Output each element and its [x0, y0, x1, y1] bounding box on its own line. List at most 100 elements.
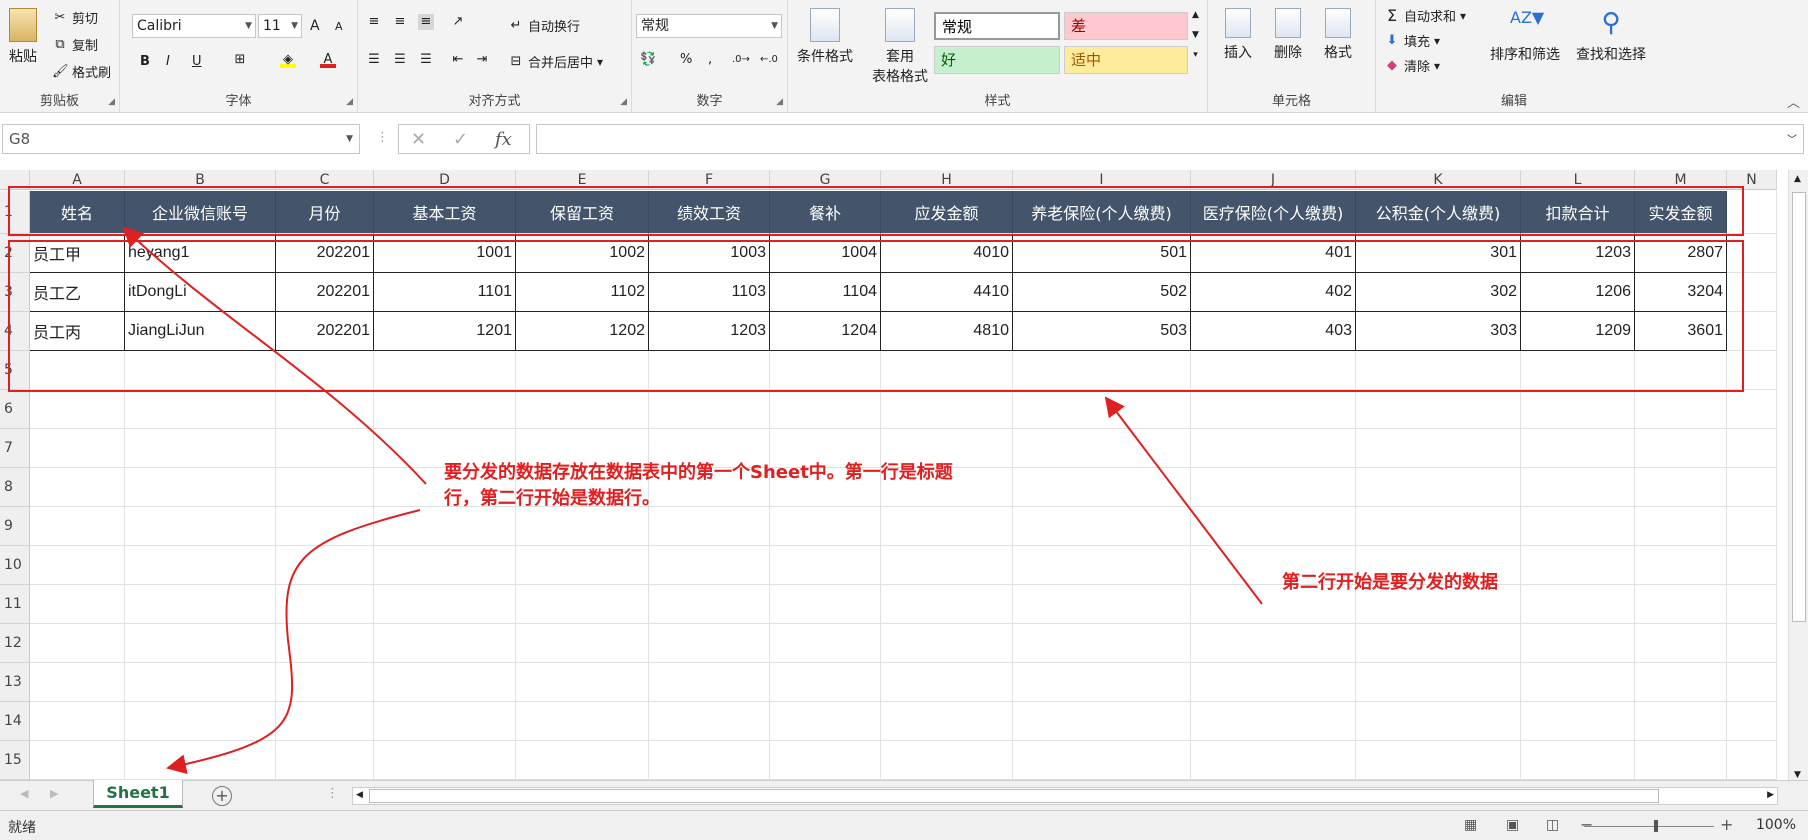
empty-cell[interactable]	[1521, 702, 1635, 741]
bold-button[interactable]: B	[140, 54, 150, 69]
header-cell[interactable]: 实发金额	[1635, 191, 1727, 234]
row-header[interactable]: 1	[0, 191, 30, 234]
column-header[interactable]: J	[1191, 170, 1356, 190]
cut-button[interactable]: ✂ 剪切	[52, 8, 98, 28]
data-cell[interactable]: 4010	[881, 234, 1013, 273]
data-cell[interactable]: 1103	[649, 273, 770, 312]
empty-cell[interactable]	[881, 351, 1013, 390]
empty-cell[interactable]	[649, 546, 770, 585]
empty-cell[interactable]	[125, 741, 276, 780]
empty-cell[interactable]	[1635, 507, 1727, 546]
header-cell[interactable]: 医疗保险(个人缴费)	[1191, 191, 1356, 234]
empty-cell[interactable]	[1521, 624, 1635, 663]
empty-cell[interactable]	[1727, 702, 1777, 741]
empty-cell[interactable]	[374, 585, 516, 624]
italic-button[interactable]: I	[166, 54, 170, 69]
data-cell[interactable]: 202201	[276, 312, 374, 351]
data-cell[interactable]: 3601	[1635, 312, 1727, 351]
empty-cell[interactable]	[1191, 624, 1356, 663]
wrap-text-button[interactable]: ↵ 自动换行	[508, 16, 580, 36]
empty-cell[interactable]	[1635, 741, 1727, 780]
empty-cell[interactable]	[374, 624, 516, 663]
header-cell[interactable]: 扣款合计	[1521, 191, 1635, 234]
empty-cell[interactable]	[30, 663, 125, 702]
empty-cell[interactable]	[1521, 351, 1635, 390]
empty-cell[interactable]	[30, 741, 125, 780]
data-cell[interactable]: 403	[1191, 312, 1356, 351]
row-header[interactable]: 3	[0, 273, 30, 312]
decrease-decimal-button[interactable]: ←.0	[760, 54, 778, 65]
empty-cell[interactable]	[1635, 624, 1727, 663]
empty-cell[interactable]	[1013, 585, 1191, 624]
empty-cell[interactable]	[1191, 741, 1356, 780]
cancel-icon[interactable]: ✕	[411, 129, 426, 150]
empty-cell[interactable]	[516, 546, 649, 585]
empty-cell[interactable]	[1191, 663, 1356, 702]
empty-cell[interactable]	[770, 624, 881, 663]
empty-cell[interactable]	[276, 663, 374, 702]
empty-cell[interactable]	[1635, 468, 1727, 507]
select-all-corner[interactable]	[0, 170, 30, 190]
empty-cell[interactable]	[1521, 390, 1635, 429]
header-cell[interactable]: 餐补	[770, 191, 881, 234]
number-format-select[interactable]: 常规 ▼	[636, 14, 782, 38]
empty-cell[interactable]	[1521, 663, 1635, 702]
empty-cell[interactable]	[125, 624, 276, 663]
header-cell[interactable]: 应发金额	[881, 191, 1013, 234]
empty-cell[interactable]	[30, 468, 125, 507]
header-cell[interactable]: 绩效工资	[649, 191, 770, 234]
data-cell[interactable]: 2807	[1635, 234, 1727, 273]
underline-button[interactable]: U	[192, 54, 202, 69]
empty-cell[interactable]	[30, 702, 125, 741]
empty-cell[interactable]	[276, 585, 374, 624]
data-cell[interactable]: 1209	[1521, 312, 1635, 351]
row-header[interactable]: 11	[0, 585, 30, 624]
data-cell[interactable]: 1203	[649, 312, 770, 351]
empty-cell[interactable]	[125, 585, 276, 624]
empty-cell[interactable]	[1191, 390, 1356, 429]
data-cell[interactable]: heyang1	[125, 234, 276, 273]
empty-cell[interactable]	[1356, 507, 1521, 546]
insert-cells-button[interactable]: 插入	[1218, 8, 1258, 62]
empty-cell[interactable]	[516, 741, 649, 780]
header-cell[interactable]: 养老保险(个人缴费)	[1013, 191, 1191, 234]
empty-cell[interactable]	[276, 546, 374, 585]
empty-cell[interactable]	[374, 702, 516, 741]
empty-cell[interactable]	[1727, 429, 1777, 468]
merge-center-button[interactable]: ⊟ 合并后居中 ▾	[508, 52, 604, 72]
empty-cell[interactable]	[276, 624, 374, 663]
empty-cell[interactable]	[1635, 663, 1727, 702]
vertical-scroll-thumb[interactable]	[1792, 192, 1806, 622]
empty-cell[interactable]	[649, 624, 770, 663]
empty-cell[interactable]	[770, 546, 881, 585]
data-cell[interactable]: 1101	[374, 273, 516, 312]
empty-cell[interactable]	[516, 663, 649, 702]
zoom-slider-handle[interactable]	[1654, 820, 1658, 832]
empty-cell[interactable]	[770, 663, 881, 702]
empty-cell[interactable]	[516, 390, 649, 429]
data-cell[interactable]: 1002	[516, 234, 649, 273]
empty-cell[interactable]	[1635, 351, 1727, 390]
header-cell[interactable]: 企业微信账号	[125, 191, 276, 234]
zoom-slider[interactable]	[1584, 826, 1714, 827]
left-align-button[interactable]: ☰	[366, 52, 382, 68]
empty-cell[interactable]	[1521, 507, 1635, 546]
empty-cell[interactable]	[516, 351, 649, 390]
grow-font-button[interactable]: A	[310, 18, 320, 34]
data-cell[interactable]: 1206	[1521, 273, 1635, 312]
empty-cell[interactable]	[30, 624, 125, 663]
empty-cell[interactable]	[516, 702, 649, 741]
data-cell[interactable]: itDongLi	[125, 273, 276, 312]
data-cell[interactable]: 1104	[770, 273, 881, 312]
data-cell[interactable]: 503	[1013, 312, 1191, 351]
empty-cell[interactable]	[1727, 312, 1777, 351]
column-header[interactable]: B	[125, 170, 276, 190]
row-header[interactable]: 14	[0, 702, 30, 741]
scroll-left-icon[interactable]: ◀	[356, 790, 363, 800]
column-header[interactable]: K	[1356, 170, 1521, 190]
data-cell[interactable]: 1203	[1521, 234, 1635, 273]
data-cell[interactable]: 4410	[881, 273, 1013, 312]
data-cell[interactable]: 3204	[1635, 273, 1727, 312]
data-cell[interactable]: 202201	[276, 234, 374, 273]
row-header[interactable]: 5	[0, 351, 30, 390]
